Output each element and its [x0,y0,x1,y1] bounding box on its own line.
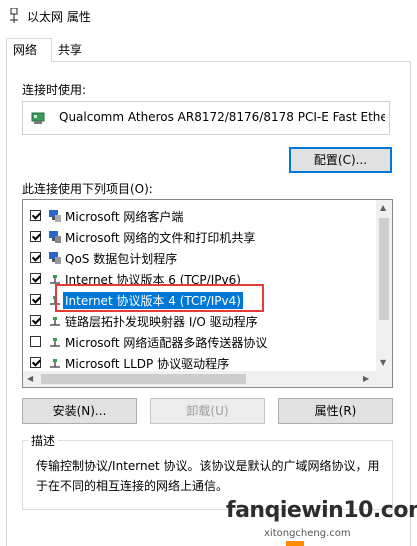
title-bar: 以太网 属性 [0,0,417,32]
highlight-annotation [55,284,264,312]
connect-using-label: 连接时使用: [22,83,87,97]
qos-icon [49,252,61,264]
description-text: 传输控制协议/Internet 协议。该协议是默认的广域网络协议，用于在不同的相… [36,459,380,493]
watermark-sub: xitongcheng.com [264,528,351,539]
window-title: 以太网 属性 [27,10,91,24]
configure-button[interactable]: 配置(C)... [289,147,392,173]
item-label: Microsoft 网络适配器多路传送器协议 [65,336,268,350]
list-item[interactable]: 链路层拓扑发现映射器 I/O 驱动程序 [23,311,377,332]
item-checkbox[interactable] [30,252,41,263]
item-checkbox[interactable] [30,357,41,368]
description-legend: 描述 [28,432,59,449]
protocol-icon [50,359,60,368]
horizontal-scroll-thumb[interactable] [41,374,246,384]
tab-sharing[interactable]: 共享 [52,41,92,61]
list-item[interactable]: Microsoft 网络的文件和打印机共享 [23,227,377,248]
item-label: Microsoft LLDP 协议驱动程序 [65,357,230,371]
watermark-accent [286,541,304,546]
item-label: Microsoft 网络客户端 [65,210,184,224]
network-client-icon [49,210,61,222]
item-checkbox[interactable] [30,336,41,347]
ethernet-icon [10,8,18,23]
horizontal-scrollbar[interactable]: ◀ ▶ [23,371,392,387]
scroll-right-icon[interactable]: ▶ [363,374,369,383]
item-checkbox[interactable] [30,273,41,284]
adapter-name: Qualcomm Atheros AR8172/8176/8178 PCI-E … [59,110,385,124]
vertical-scrollbar[interactable]: ▲ ▼ [376,200,392,371]
properties-button[interactable]: 属性(R) [278,398,393,424]
protocol-icon [50,317,60,326]
file-printer-sharing-icon [49,231,61,243]
uninstall-button[interactable]: 卸载(U) [150,398,265,424]
item-label: Microsoft 网络的文件和打印机共享 [65,231,256,245]
item-checkbox[interactable] [30,315,41,326]
list-item[interactable]: Microsoft 网络适配器多路传送器协议 [23,332,377,353]
item-checkbox[interactable] [30,210,41,221]
list-item[interactable]: Microsoft 网络客户端 [23,206,377,227]
watermark-main: fanqiewin10.com [226,498,417,523]
tab-network[interactable]: 网络 [6,38,52,62]
item-label: QoS 数据包计划程序 [65,252,178,266]
scroll-down-icon[interactable]: ▼ [380,358,386,367]
item-checkbox[interactable] [30,294,41,305]
network-adapter-icon [31,112,45,124]
scroll-left-icon[interactable]: ◀ [27,374,33,383]
items-label: 此连接使用下列项目(O): [22,182,153,196]
item-checkbox[interactable] [30,231,41,242]
scroll-up-icon[interactable]: ▲ [380,203,386,212]
item-label: 链路层拓扑发现映射器 I/O 驱动程序 [65,315,258,329]
site-watermark: fanqiewin10.com xitongcheng.com [226,498,417,546]
list-item[interactable]: QoS 数据包计划程序 [23,248,377,269]
protocol-icon [50,338,60,347]
vertical-scroll-thumb[interactable] [379,218,389,320]
install-button[interactable]: 安装(N)... [22,398,137,424]
adapter-box: Qualcomm Atheros AR8172/8176/8178 PCI-E … [22,101,390,135]
